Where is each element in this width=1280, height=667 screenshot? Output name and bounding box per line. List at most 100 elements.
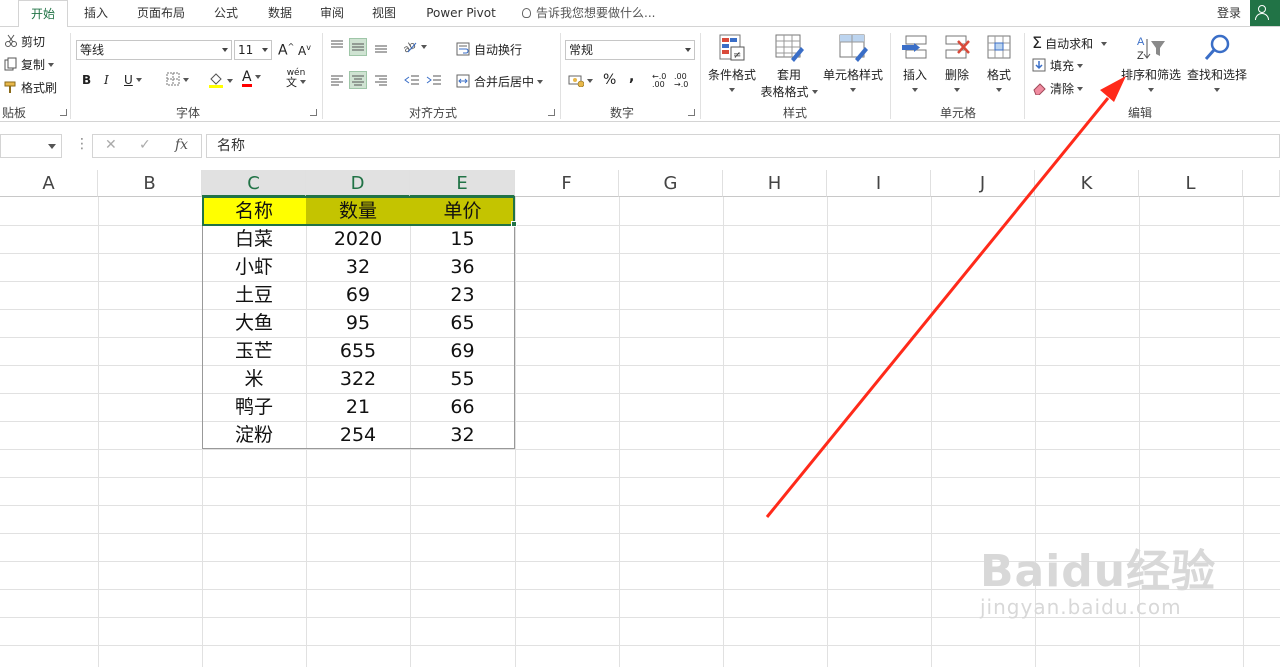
column-header-l[interactable]: L <box>1139 170 1243 197</box>
column-header-g[interactable]: G <box>619 170 723 197</box>
column-header-f[interactable]: F <box>515 170 619 197</box>
cell-price[interactable]: 55 <box>410 365 515 393</box>
align-middle-icon[interactable] <box>349 38 367 56</box>
tab-formulas[interactable]: 公式 <box>204 0 248 26</box>
alignment-launcher[interactable] <box>548 109 555 116</box>
column-header-k[interactable]: K <box>1035 170 1139 197</box>
column-header-h[interactable]: H <box>723 170 827 197</box>
percent-button[interactable]: % <box>603 72 616 88</box>
table-header-price[interactable]: 单价 <box>410 197 515 225</box>
share-button[interactable] <box>1250 0 1280 26</box>
cell-price[interactable]: 23 <box>410 281 515 309</box>
cell-name[interactable]: 白菜 <box>202 225 306 253</box>
more-icon[interactable]: ⋮ <box>75 136 89 152</box>
insert-cells-button[interactable]: 插入 <box>894 33 936 97</box>
fill-button[interactable]: 填充 <box>1032 57 1084 74</box>
font-color-button[interactable]: A <box>242 70 261 87</box>
column-header-e[interactable]: E <box>410 170 515 197</box>
cell-name[interactable]: 小虾 <box>202 253 306 281</box>
orientation-button[interactable]: ab <box>402 39 427 56</box>
cell-name[interactable]: 土豆 <box>202 281 306 309</box>
tab-insert[interactable]: 插入 <box>72 0 120 26</box>
table-header-quantity[interactable]: 数量 <box>306 197 410 225</box>
align-center-icon[interactable] <box>349 71 367 89</box>
tab-home[interactable]: 开始 <box>18 0 68 27</box>
tell-me-box[interactable]: 告诉我您想要做什么... <box>522 0 655 26</box>
table-header-name[interactable]: 名称 <box>202 197 306 225</box>
delete-cells-button[interactable]: 删除 <box>936 33 978 97</box>
increase-indent-icon[interactable] <box>426 73 442 87</box>
clear-button[interactable]: 清除 <box>1032 80 1084 97</box>
copy-button[interactable]: 复制 <box>4 56 55 73</box>
format-painter-button[interactable]: 格式刷 <box>4 79 57 96</box>
cell-quantity[interactable]: 254 <box>306 421 410 449</box>
increase-decimal-icon[interactable]: ←.0.00 <box>652 73 666 89</box>
formula-input[interactable]: 名称 <box>206 134 1280 158</box>
sort-filter-button[interactable]: AZ 排序和筛选 <box>1118 33 1184 97</box>
cut-button[interactable]: 剪切 <box>4 33 45 50</box>
column-header-i[interactable]: I <box>827 170 931 197</box>
decrease-font-icon[interactable]: Av <box>298 43 311 58</box>
cell-styles-button[interactable]: 单元格样式 <box>820 33 886 97</box>
format-cells-button[interactable]: 格式 <box>978 33 1020 97</box>
column-header-j[interactable]: J <box>931 170 1035 197</box>
cell-name[interactable]: 大鱼 <box>202 309 306 337</box>
cell-price[interactable]: 69 <box>410 337 515 365</box>
tab-page-layout[interactable]: 页面布局 <box>126 0 196 26</box>
cell-price[interactable]: 66 <box>410 393 515 421</box>
cell-quantity[interactable]: 32 <box>306 253 410 281</box>
underline-button[interactable]: U <box>124 73 142 87</box>
font-launcher[interactable] <box>310 109 317 116</box>
tab-power-pivot[interactable]: Power Pivot <box>418 0 504 26</box>
accounting-format-button[interactable] <box>568 73 593 88</box>
format-as-table-button[interactable]: 套用 表格格式 <box>758 33 820 100</box>
cell-quantity[interactable]: 2020 <box>306 225 410 253</box>
borders-button[interactable] <box>166 72 189 87</box>
cell-price[interactable]: 36 <box>410 253 515 281</box>
decrease-indent-icon[interactable] <box>404 73 420 87</box>
column-header-d[interactable]: D <box>306 170 410 197</box>
align-bottom-icon[interactable] <box>374 39 388 53</box>
wrap-text-button[interactable]: 自动换行 <box>456 41 522 58</box>
cell-quantity[interactable]: 69 <box>306 281 410 309</box>
chevron-down-icon[interactable] <box>48 144 56 149</box>
conditional-formatting-button[interactable]: ≠ 条件格式 <box>704 33 760 97</box>
fill-handle[interactable] <box>511 221 517 227</box>
cell-name[interactable]: 淀粉 <box>202 421 306 449</box>
tab-view[interactable]: 视图 <box>362 0 406 26</box>
align-left-icon[interactable] <box>330 73 344 87</box>
phonetic-button[interactable]: wén 文 <box>286 69 306 89</box>
clipboard-launcher[interactable] <box>60 109 67 116</box>
cell-price[interactable]: 32 <box>410 421 515 449</box>
login-button[interactable]: 登录 <box>1217 0 1241 26</box>
cell-name[interactable]: 玉芒 <box>202 337 306 365</box>
cell-price[interactable]: 15 <box>410 225 515 253</box>
column-header-a[interactable]: A <box>0 170 98 197</box>
align-right-icon[interactable] <box>374 73 388 87</box>
cell-quantity[interactable]: 322 <box>306 365 410 393</box>
number-format-select[interactable]: 常规 <box>565 40 695 60</box>
cell-name[interactable]: 米 <box>202 365 306 393</box>
increase-font-icon[interactable]: A^ <box>278 42 294 59</box>
tab-data[interactable]: 数据 <box>258 0 302 26</box>
column-header-c[interactable]: C <box>202 170 306 197</box>
fill-color-button[interactable] <box>208 71 233 89</box>
find-select-button[interactable]: 查找和选择 <box>1184 33 1250 97</box>
italic-button[interactable]: I <box>104 73 109 87</box>
autosum-button[interactable]: Σ 自动求和 <box>1032 33 1108 52</box>
number-launcher[interactable] <box>688 109 695 116</box>
confirm-icon[interactable]: ✓ <box>139 137 151 153</box>
name-box[interactable] <box>0 134 62 158</box>
column-header-b[interactable]: B <box>98 170 202 197</box>
tab-review[interactable]: 审阅 <box>310 0 354 26</box>
cell-price[interactable]: 65 <box>410 309 515 337</box>
cancel-icon[interactable]: ✕ <box>105 137 117 153</box>
worksheet-grid[interactable]: A B C D E F G H I J K L 名称 数量 单价 白菜 2020… <box>0 170 1280 667</box>
font-name-select[interactable]: 等线 <box>76 40 232 60</box>
font-size-select[interactable]: 11 <box>234 40 272 60</box>
merge-center-button[interactable]: 合并后居中 <box>456 73 544 90</box>
cell-quantity[interactable]: 21 <box>306 393 410 421</box>
align-top-icon[interactable] <box>330 39 344 53</box>
cell-quantity[interactable]: 655 <box>306 337 410 365</box>
bold-button[interactable]: B <box>82 73 91 87</box>
